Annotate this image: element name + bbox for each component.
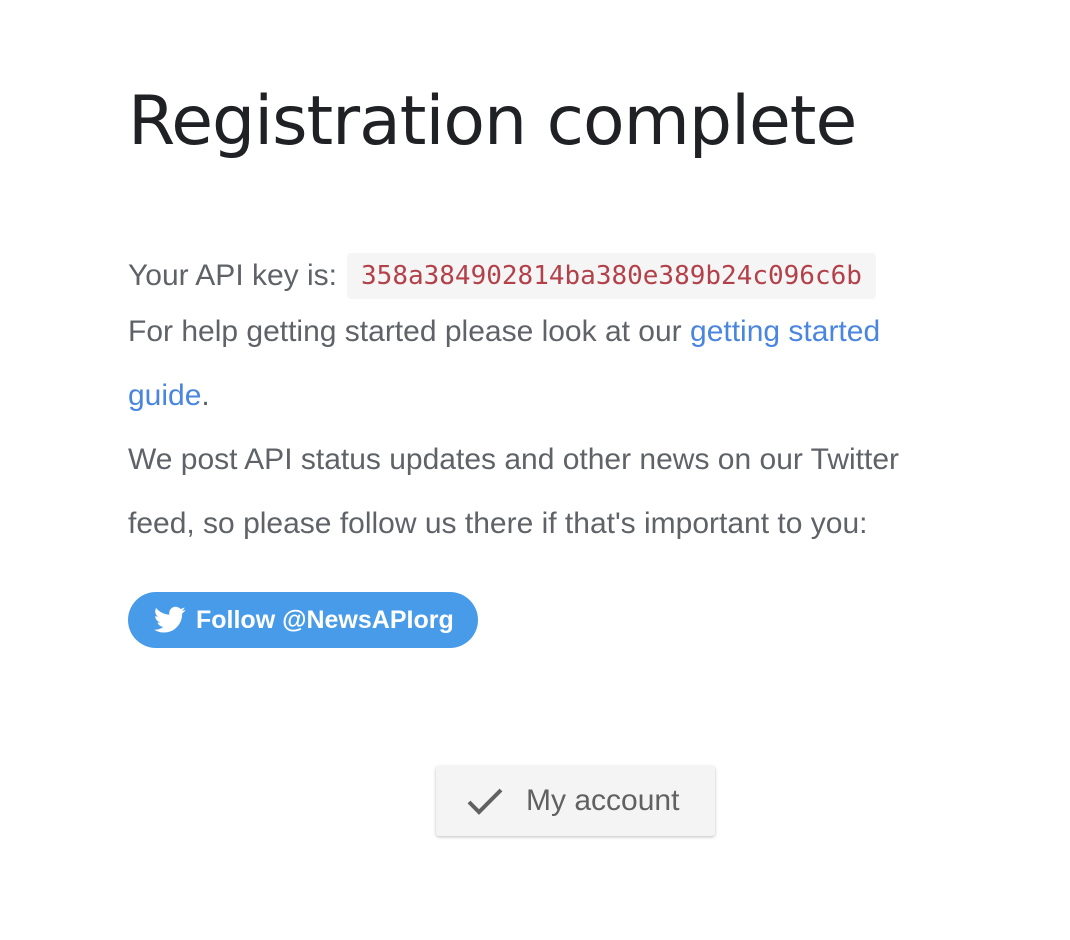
twitter-follow-button[interactable]: Follow @NewsAPIorg (128, 592, 478, 648)
api-key-value[interactable]: 358a384902814ba380e389b24c096c6b (347, 253, 876, 299)
registration-page: Registration complete Your API key is: 3… (0, 0, 968, 648)
twitter-bird-icon (154, 606, 186, 633)
checkmark-icon (467, 788, 503, 815)
help-text-before: For help getting started please look at … (128, 315, 691, 348)
api-key-label: Your API key is: (128, 259, 338, 292)
api-key-line: Your API key is: 358a384902814ba380e389b… (128, 252, 968, 300)
my-account-label: My account (526, 784, 680, 817)
twitter-paragraph: We post API status updates and other new… (128, 443, 900, 540)
page-title: Registration complete (128, 82, 857, 161)
help-paragraph: For help getting started please look at … (128, 300, 968, 428)
my-account-button[interactable]: My account (436, 766, 715, 836)
help-text-after: . (201, 379, 210, 412)
account-button-wrapper: My account (436, 766, 715, 836)
twitter-follow-label: Follow @NewsAPIorg (196, 605, 454, 634)
